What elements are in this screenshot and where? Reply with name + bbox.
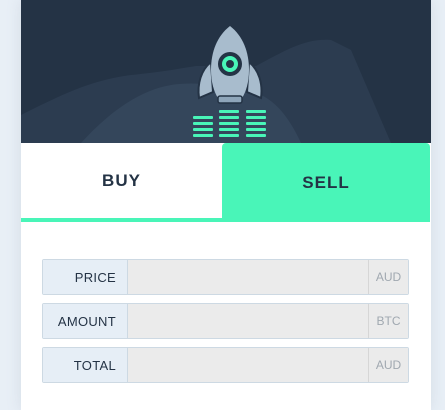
tab-buy[interactable]: BUY	[21, 143, 222, 222]
rocket-icon	[21, 26, 391, 143]
hero-banner	[21, 0, 431, 143]
total-row: TOTAL AUD	[42, 347, 409, 383]
price-row: PRICE AUD	[42, 259, 409, 295]
order-form: PRICE AUD AMOUNT BTC TOTAL AUD	[42, 259, 409, 391]
amount-unit: BTC	[368, 304, 408, 338]
tab-sell[interactable]: SELL	[222, 143, 430, 222]
price-label: PRICE	[43, 260, 128, 294]
price-unit: AUD	[368, 260, 408, 294]
trade-panel: BUY SELL PRICE AUD AMOUNT BTC TOTAL AUD	[21, 0, 431, 410]
trade-tabs: BUY SELL	[21, 143, 431, 222]
total-label: TOTAL	[43, 348, 128, 382]
price-input[interactable]	[128, 260, 368, 294]
amount-label: AMOUNT	[43, 304, 128, 338]
amount-input[interactable]	[128, 304, 368, 338]
total-input[interactable]	[128, 348, 368, 382]
amount-row: AMOUNT BTC	[42, 303, 409, 339]
total-unit: AUD	[368, 348, 408, 382]
